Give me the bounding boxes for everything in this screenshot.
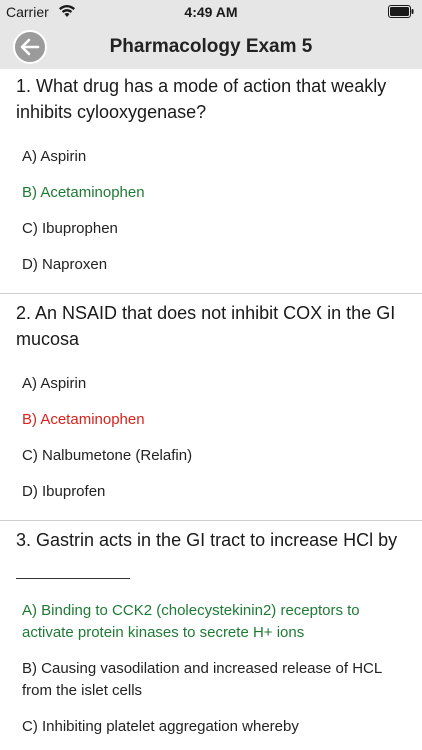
option-list: A) Binding to CCK2 (cholecystekinin2) re…	[0, 593, 422, 745]
header: Carrier 4:49 AM Pharmacology Exam 5	[0, 0, 422, 69]
option-item-correct[interactable]: A) Binding to CCK2 (cholecystekinin2) re…	[0, 593, 422, 651]
option-item[interactable]: C) Ibuprophen	[0, 211, 422, 247]
question-text: 2. An NSAID that does not inhibit COX in…	[16, 303, 396, 349]
option-item[interactable]: C) Inhibiting platelet aggregation where…	[0, 709, 422, 745]
page-title: Pharmacology Exam 5	[109, 36, 313, 57]
option-item[interactable]: D) Naproxen	[0, 247, 422, 283]
option-item[interactable]: C) Nalbumetone (Relafin)	[0, 438, 422, 474]
nav-bar: Pharmacology Exam 5	[0, 24, 422, 69]
status-bar: Carrier 4:49 AM	[0, 0, 422, 24]
option-list: A) Aspirin B) Acetaminophen C) Nalbumeto…	[0, 366, 422, 510]
status-time: 4:49 AM	[184, 4, 238, 20]
option-item[interactable]: A) Aspirin	[0, 366, 422, 402]
option-item[interactable]: B) Causing vasodilation and increased re…	[0, 651, 422, 709]
question-text: 1. What drug has a mode of action that w…	[16, 76, 387, 122]
question-block: 2. An NSAID that does not inhibit COX in…	[0, 294, 422, 521]
question-text-content: 3. Gastrin acts in the GI tract to incre…	[16, 530, 398, 550]
battery-icon	[388, 5, 414, 18]
option-item[interactable]: D) Ibuprofen	[0, 474, 422, 510]
option-item-wrong[interactable]: B) Acetaminophen	[0, 402, 422, 438]
question-text: 3. Gastrin acts in the GI tract to incre…	[0, 521, 422, 579]
option-item-correct[interactable]: B) Acetaminophen	[0, 175, 422, 211]
answer-blank	[16, 560, 130, 579]
option-item[interactable]: A) Aspirin	[0, 139, 422, 175]
quiz-content: 1. What drug has a mode of action that w…	[0, 69, 422, 745]
question-block: 3. Gastrin acts in the GI tract to incre…	[0, 521, 422, 745]
question-block: 1. What drug has a mode of action that w…	[0, 69, 422, 294]
option-list: A) Aspirin B) Acetaminophen C) Ibuprophe…	[0, 139, 422, 283]
